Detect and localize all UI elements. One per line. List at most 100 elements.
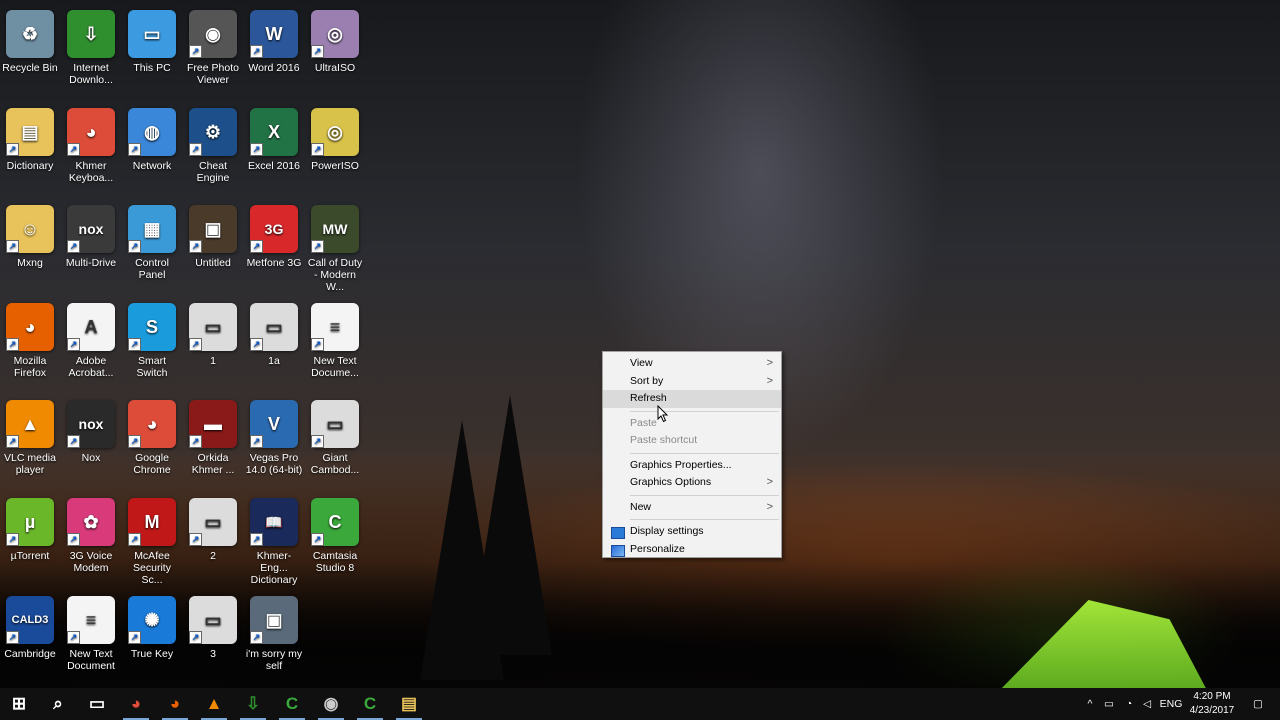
menu-item-display-settings[interactable]: Display settings	[603, 523, 781, 541]
desktop-icon[interactable]: ✿ ↗ 3G Voice Modem	[61, 498, 121, 574]
desktop-icon-label: Nox	[81, 452, 101, 465]
desktop-icon[interactable]: ≡ ↗ New Text Docume...	[305, 302, 365, 379]
desktop-icon[interactable]: ◕ ↗ Google Chrome	[122, 400, 182, 476]
menu-item-label: Paste shortcut	[630, 434, 698, 446]
shortcut-arrow-icon: ↗	[6, 435, 19, 449]
power-icon[interactable]: ▭	[1100, 688, 1118, 720]
menu-item-personalize[interactable]: Personalize	[603, 541, 781, 559]
search-button[interactable]: ⌕	[39, 688, 77, 720]
taskbar-vlc[interactable]: ▲	[195, 688, 233, 720]
desktop-icon[interactable]: S ↗ Smart Switch	[122, 302, 182, 379]
menu-item-new[interactable]: New >	[603, 499, 781, 517]
task-view-button[interactable]: ▭	[78, 688, 116, 720]
show-hidden-icons-button[interactable]: ^	[1082, 688, 1098, 720]
desktop-icon-label: VLC media player	[4, 452, 56, 477]
submenu-chevron-icon: >	[766, 374, 773, 387]
language-indicator[interactable]: ENG	[1158, 688, 1184, 720]
desktop-icon-label: Multi-Drive	[65, 257, 117, 270]
action-center-icon[interactable]: ▢	[1244, 688, 1272, 720]
desktop-icon-label: Call of Duty - Modern W...	[307, 257, 363, 294]
desktop[interactable]: ♻ Recycle Bin ⇩ Internet Downlo... ▭ This PC ◉…	[0, 0, 1280, 688]
desktop-icon[interactable]: M ↗ McAfee Security Sc...	[122, 498, 182, 586]
menu-item-label: View	[630, 357, 653, 369]
desktop-icon[interactable]: ▭ ↗ 1a	[244, 302, 304, 367]
desktop-icon-label: Mozilla Firefox	[13, 354, 47, 379]
desktop-icon[interactable]: ◕ ↗ Khmer Keyboa...	[61, 107, 121, 184]
shortcut-arrow-icon: ↗	[311, 337, 324, 351]
desktop-icon[interactable]: ▤ ↗ Dictionary	[0, 107, 60, 172]
menu-item-paste: Paste	[603, 415, 781, 433]
desktop-icon[interactable]: nox ↗ Multi-Drive	[61, 205, 121, 269]
desktop-icon[interactable]: C ↗ Camtasia Studio 8	[305, 498, 365, 574]
true-key-icon: ✺ ↗	[128, 595, 176, 644]
disc-icon: ◎ ↗	[311, 10, 359, 58]
desktop-icon[interactable]: ▭ ↗ 1	[183, 302, 243, 367]
wifi-icon[interactable]: ◔	[1120, 688, 1138, 720]
taskbar-clock[interactable]: 4:20 PM 4/23/2017	[1184, 690, 1240, 718]
desktop-icon[interactable]: CALD3 ↗ Cambridge	[0, 595, 60, 660]
desktop-icon[interactable]: ✺ ↗ True Key	[122, 595, 182, 660]
menu-item-view[interactable]: View >	[603, 355, 781, 373]
shortcut-arrow-icon: ↗	[311, 240, 324, 254]
shortcut-arrow-icon: ↗	[250, 142, 263, 156]
shortcut-arrow-icon: ↗	[250, 435, 263, 449]
taskbar-idm[interactable]: ⇩	[234, 688, 272, 720]
desktop-icon-label: Mxng	[17, 257, 43, 270]
taskbar-camtasia[interactable]: C	[273, 688, 311, 720]
menu-item-graphics-properties[interactable]: Graphics Properties...	[603, 457, 781, 475]
desktop-icon[interactable]: ▲ ↗ VLC media player	[0, 400, 60, 476]
desktop-icon[interactable]: ▣ ↗ i'm sorry my self	[244, 595, 304, 672]
desktop-icon[interactable]: ▭ This PC	[122, 10, 182, 74]
shortcut-arrow-icon: ↗	[128, 142, 141, 156]
shortcut-arrow-icon: ↗	[250, 240, 263, 254]
desktop-icon[interactable]: W ↗ Word 2016	[244, 10, 304, 74]
desktop-icon[interactable]: ▭ ↗ 2	[183, 498, 243, 562]
desktop-icon[interactable]: ▭ ↗ Giant Cambod...	[305, 400, 365, 476]
desktop-icon[interactable]: ☺ ↗ Mxng	[0, 205, 60, 269]
desktop-icon[interactable]: ▬ ↗ Orkida Khmer ...	[183, 400, 243, 476]
taskbar-photo-viewer[interactable]: ◉	[312, 688, 350, 720]
taskbar-chrome[interactable]: ◕	[117, 688, 155, 720]
taskbar-file-explorer[interactable]: ▤	[390, 688, 428, 720]
desktop-icon[interactable]: ♻ Recycle Bin	[0, 10, 60, 74]
volume-icon[interactable]: ◁	[1138, 688, 1156, 720]
desktop-icon[interactable]: 3G ↗ Metfone 3G	[244, 205, 304, 269]
desktop-icon[interactable]: ◍ ↗ Network	[122, 107, 182, 172]
desktop-icon[interactable]: µ ↗ µTorrent	[0, 498, 60, 562]
desktop-icon-label: Recycle Bin	[2, 62, 58, 74]
menu-item-sort-by[interactable]: Sort by >	[603, 373, 781, 391]
shortcut-arrow-icon: ↗	[67, 337, 80, 351]
desktop-icon[interactable]: ▦ ↗ Control Panel	[122, 205, 182, 281]
desktop-icon[interactable]: ▭ ↗ 3	[183, 595, 243, 660]
desktop-icon-label: Adobe Acrobat...	[68, 354, 114, 379]
shortcut-arrow-icon: ↗	[189, 630, 202, 644]
desktop-icon[interactable]: V ↗ Vegas Pro 14.0 (64-bit)	[244, 400, 304, 476]
desktop-icon[interactable]: ◎ ↗ UltraISO	[305, 10, 365, 74]
desktop-icon-label: i'm sorry my self	[245, 647, 303, 672]
desktop-icon[interactable]: ▣ ↗ Untitled	[183, 205, 243, 269]
desktop-icon[interactable]: ⚙ ↗ Cheat Engine	[183, 107, 243, 184]
shortcut-arrow-icon: ↗	[311, 435, 324, 449]
menu-separator	[630, 452, 779, 454]
taskbar-firefox[interactable]: ◕	[156, 688, 194, 720]
desktop-icon[interactable]: MW ↗ Call of Duty - Modern W...	[305, 205, 365, 293]
desktop-icon[interactable]: nox ↗ Nox	[61, 400, 121, 464]
taskbar-camtasia-recorder[interactable]: C	[351, 688, 389, 720]
shortcut-arrow-icon: ↗	[189, 435, 202, 449]
desktop-icon[interactable]: ≡ ↗ New Text Document	[61, 595, 121, 672]
menu-item-label: Graphics Options	[630, 476, 712, 488]
desktop-icon[interactable]: X ↗ Excel 2016	[244, 107, 304, 172]
desktop-icon[interactable]: ◎ ↗ PowerISO	[305, 107, 365, 172]
menu-item-graphics-options[interactable]: Graphics Options >	[603, 474, 781, 492]
shortcut-arrow-icon: ↗	[250, 337, 263, 351]
cambridge-icon: CALD3 ↗	[6, 595, 54, 644]
desktop-icon[interactable]: A ↗ Adobe Acrobat...	[61, 302, 121, 379]
desktop-icon-label: 1	[210, 354, 216, 367]
desktop-icon[interactable]: ◕ ↗ Mozilla Firefox	[0, 302, 60, 379]
start-button[interactable]: ⊞	[0, 688, 38, 720]
desktop-icon[interactable]: ◉ ↗ Free Photo Viewer	[183, 10, 243, 86]
desktop-icon[interactable]: 📖 ↗ Khmer-Eng... Dictionary	[244, 498, 304, 586]
menu-separator	[630, 410, 779, 412]
menu-item-refresh[interactable]: Refresh	[603, 390, 781, 408]
desktop-icon[interactable]: ⇩ Internet Downlo...	[61, 10, 121, 86]
